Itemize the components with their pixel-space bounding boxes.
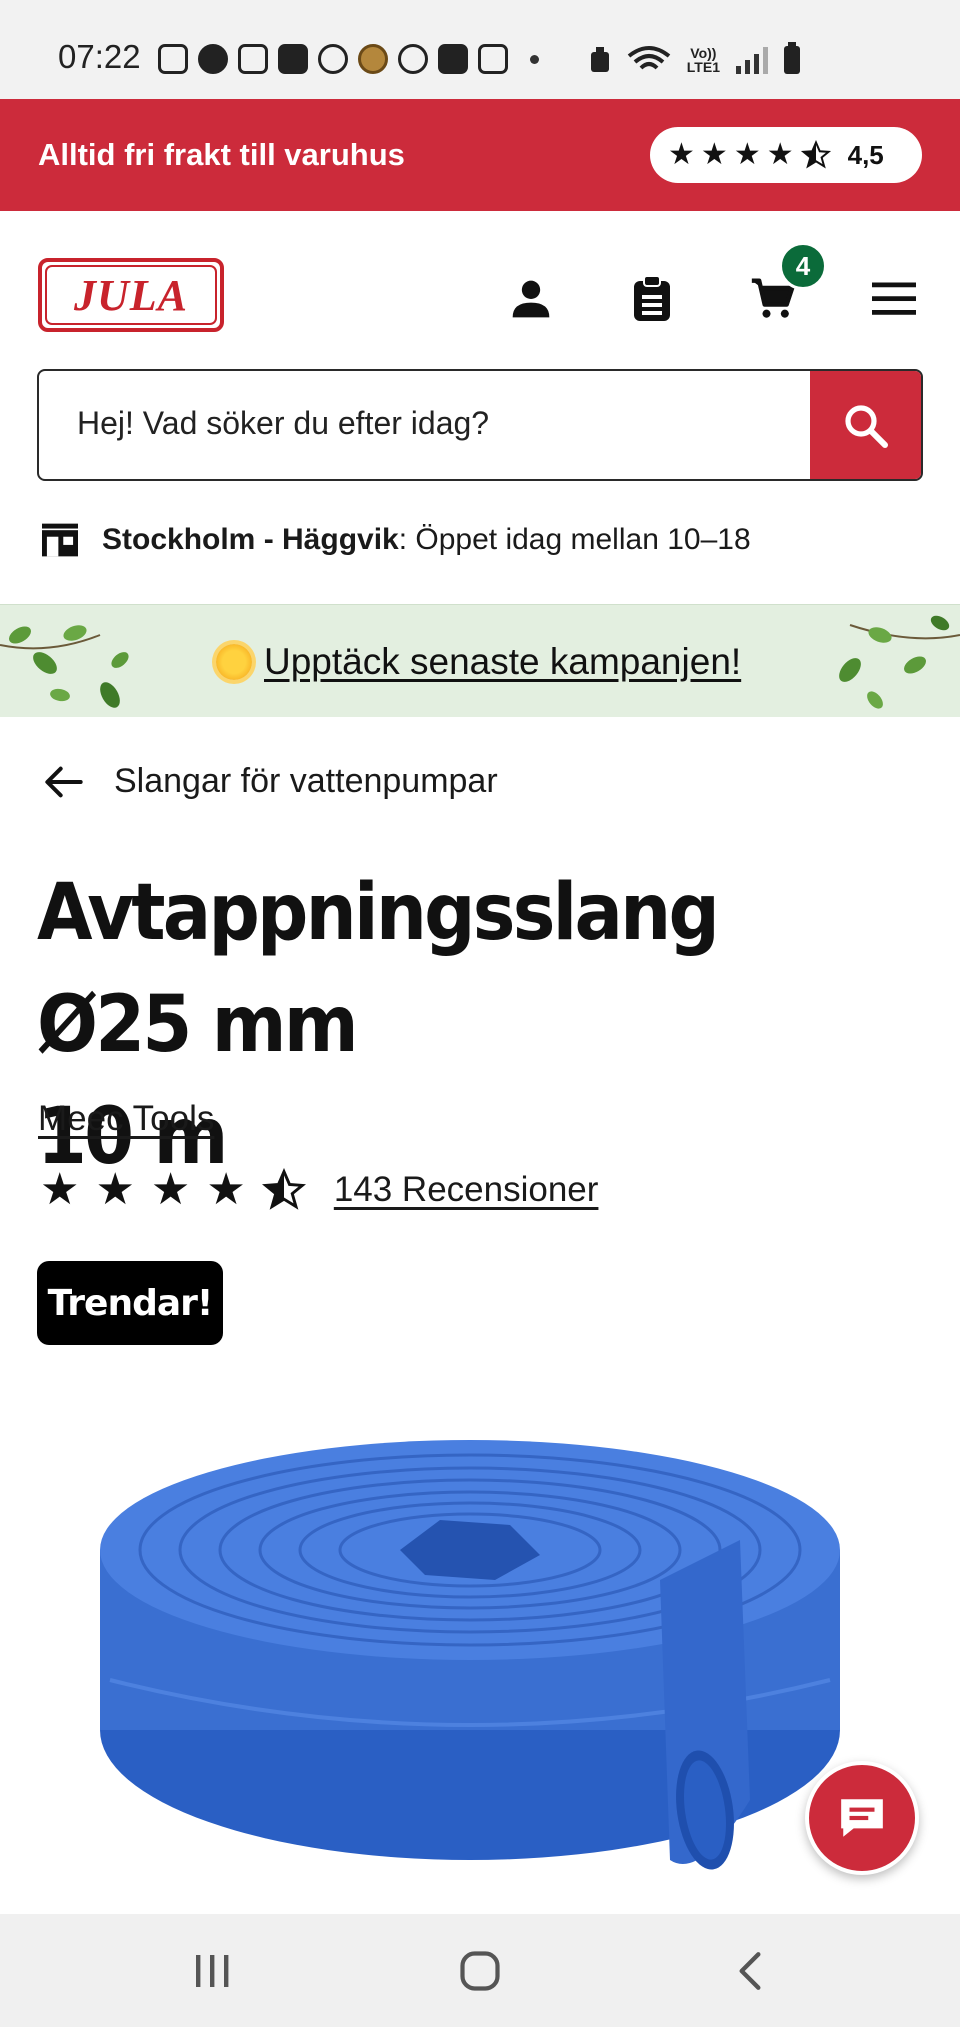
campaign-link-text: Upptäck senaste kampanjen! [264, 641, 742, 682]
clipboard-icon[interactable] [624, 271, 680, 327]
star-icon: ★ [40, 1165, 80, 1214]
star-icon: ★ [668, 138, 695, 171]
jula-logo[interactable]: JULA [38, 258, 224, 332]
system-nav-bar [0, 1914, 960, 2027]
search-bar: Hej! Vad söker du efter idag? [37, 369, 923, 481]
promo-text: Alltid fri frakt till varuhus [38, 137, 405, 172]
search-input[interactable]: Hej! Vad söker du efter idag? [77, 405, 489, 442]
logo-frame: JULA [45, 265, 217, 325]
notification-icons [158, 44, 539, 74]
instagram-icon [238, 44, 268, 74]
word-icon [278, 44, 308, 74]
wifi-icon [627, 46, 671, 70]
promo-banner: Alltid fri frakt till varuhus ★ ★ ★ ★ 4,… [0, 99, 960, 211]
trending-badge: Trendar! [37, 1261, 223, 1345]
half-star-icon [800, 140, 831, 169]
app-icon [198, 44, 228, 74]
logo-text: JULA [74, 270, 188, 320]
store-info[interactable]: Stockholm - Häggvik: Öppet idag mellan 1… [40, 522, 751, 558]
star-icon: ★ [150, 1165, 191, 1214]
star-icon: ★ [766, 138, 794, 171]
avatar-icon [358, 44, 388, 74]
account-icon[interactable] [503, 271, 559, 327]
product-rating: ★ ★ ★ ★ 143 Recensioner [40, 1168, 598, 1212]
star-icon: ★ [700, 138, 728, 171]
store-name: Stockholm - Häggvik [102, 523, 399, 556]
network-label: Vo)) LTE1 [686, 45, 720, 75]
campaign-link[interactable]: Upptäck senaste kampanjen! [216, 641, 741, 683]
recycle-icon [590, 47, 609, 72]
reviews-link[interactable]: 143 Recensioner [334, 1170, 599, 1210]
home-button[interactable] [458, 1950, 502, 1992]
recent-apps-button[interactable] [190, 1950, 234, 1992]
breadcrumb-label: Slangar för vattenpumpar [114, 762, 498, 800]
more-dot-icon [530, 54, 539, 64]
menu-icon[interactable] [866, 271, 922, 327]
chat-icon [841, 1799, 883, 1837]
status-bar: 07:22 Vo)) LTE1 [0, 0, 960, 99]
status-time: 07:22 [58, 38, 141, 75]
mail-icon [438, 44, 468, 74]
store-hours: : Öppet idag mellan 10–18 [398, 523, 751, 556]
cart-count-badge: 4 [779, 242, 827, 290]
star-icon: ★ [206, 1165, 246, 1214]
instagram-icon [478, 44, 508, 74]
arrow-left-icon [45, 766, 83, 797]
back-button[interactable] [730, 1950, 770, 1992]
rating-value: 4,5 [847, 139, 884, 170]
signal-icon [736, 46, 768, 74]
system-icons: Vo)) LTE1 [589, 42, 800, 76]
search-icon [844, 405, 888, 448]
product-title-line1: Avtappningsslang Ø25 mm [37, 868, 720, 1070]
rating-stars[interactable]: ★ ★ ★ ★ [40, 1168, 306, 1212]
brightness-icon [318, 44, 348, 74]
site-header: JULA 4 [0, 211, 960, 361]
fan-icon [398, 44, 428, 74]
search-button[interactable] [810, 371, 921, 479]
store-text: Stockholm - Häggvik: Öppet idag mellan 1… [102, 523, 751, 557]
chat-button[interactable] [805, 1761, 919, 1875]
leaves-decoration [0, 625, 129, 708]
instagram-icon [158, 44, 188, 74]
breadcrumb[interactable]: Slangar för vattenpumpar [44, 762, 498, 801]
store-rating-pill[interactable]: ★ ★ ★ ★ 4,5 [650, 127, 922, 183]
star-icon: ★ [95, 1165, 135, 1214]
product-title: Avtappningsslang Ø25 mm 10 m [37, 857, 856, 1193]
brand-link[interactable]: Meec Tools [38, 1099, 214, 1139]
star-icon: ★ [733, 138, 761, 171]
campaign-banner: Upptäck senaste kampanjen! [0, 604, 960, 717]
product-image[interactable] [100, 1440, 860, 1880]
sun-icon [216, 644, 252, 680]
store-icon [42, 523, 78, 557]
half-star-icon [261, 1168, 306, 1210]
leaves-decoration [839, 615, 960, 709]
battery-icon [784, 42, 800, 74]
